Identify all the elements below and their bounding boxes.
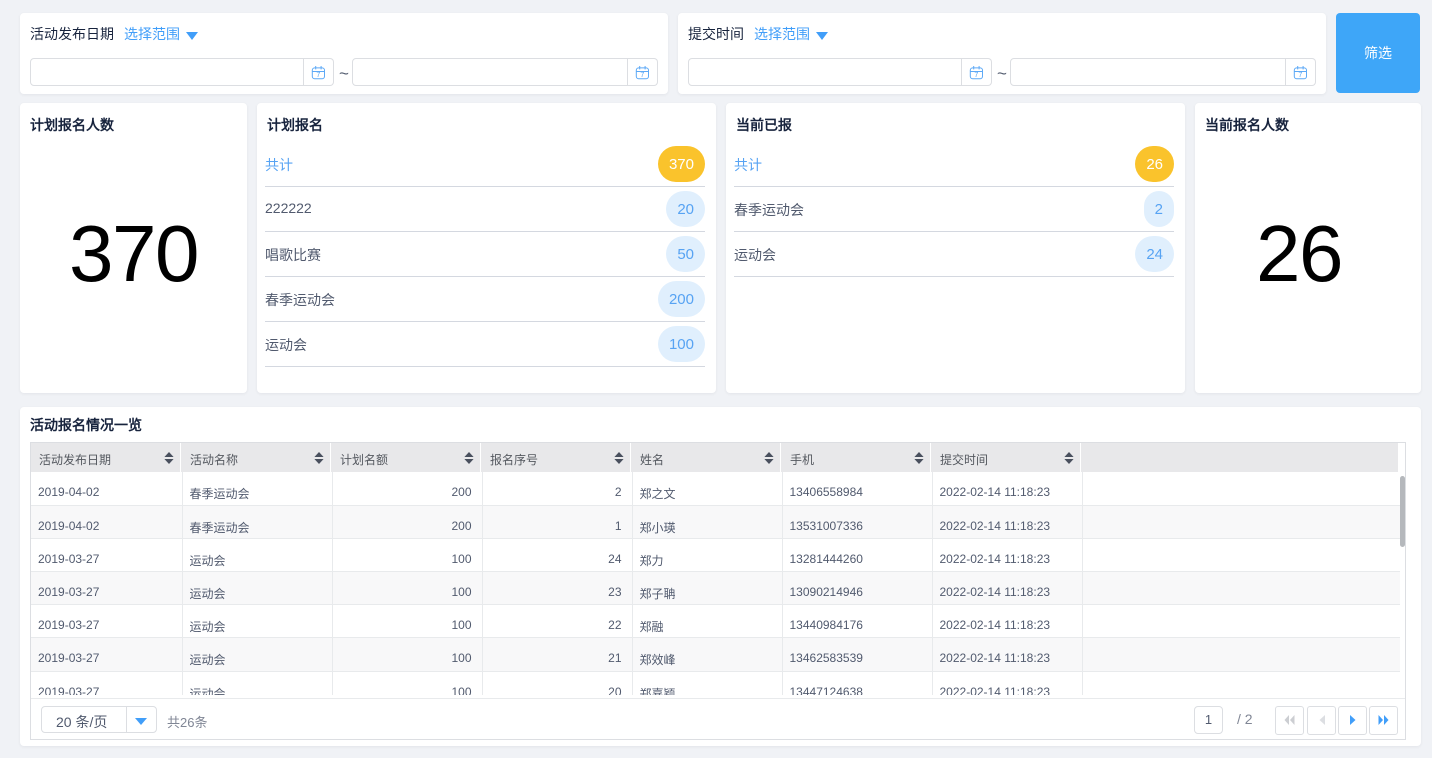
svg-text:7: 7 — [1298, 70, 1302, 79]
svg-text:7: 7 — [974, 70, 978, 79]
svg-text:7: 7 — [640, 70, 644, 79]
svg-text:7: 7 — [316, 70, 320, 79]
